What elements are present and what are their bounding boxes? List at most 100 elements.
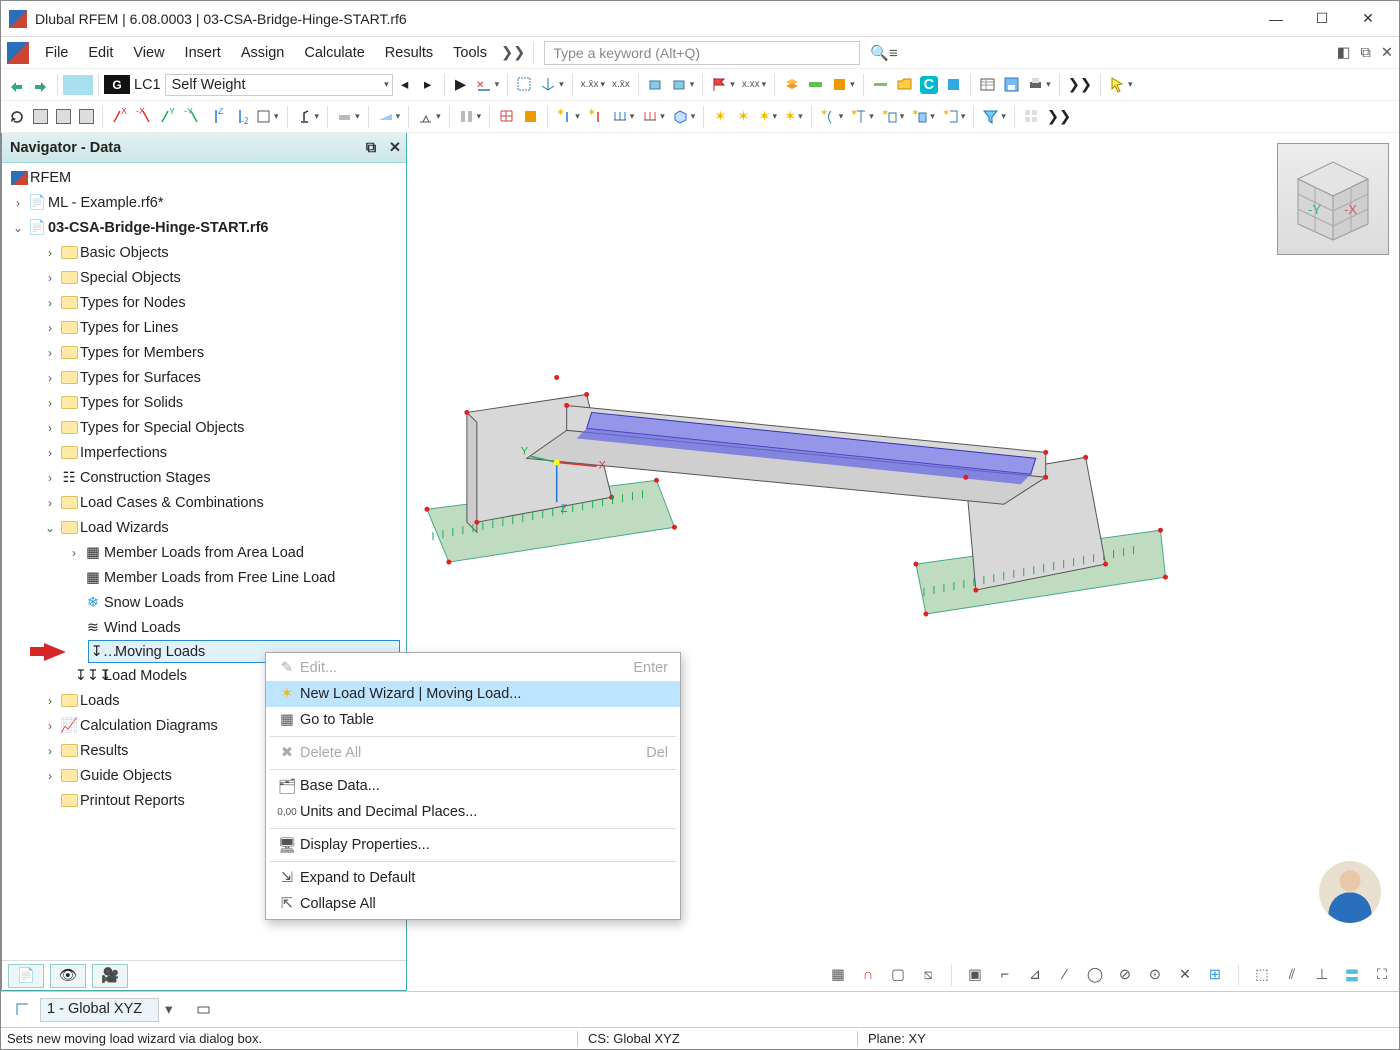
tree-results[interactable]: Results	[80, 743, 128, 759]
tree-basic-objects[interactable]: Basic Objects	[80, 245, 169, 261]
tool-bridge-icon[interactable]	[804, 74, 827, 96]
snap-rect-icon[interactable]: ▢	[887, 964, 909, 986]
menu-tools[interactable]: Tools	[443, 43, 497, 63]
mesh-icon[interactable]	[495, 106, 518, 128]
cs-select[interactable]: 1 - Global XYZ	[40, 998, 159, 1022]
tool-flag-icon[interactable]: ▾	[708, 74, 738, 96]
star2-icon[interactable]: ✶	[732, 106, 754, 128]
snap-grid2-icon[interactable]: ⊞	[1204, 964, 1226, 986]
prev-case-button[interactable]: ◂	[394, 74, 416, 96]
color-swatch-1[interactable]	[63, 75, 93, 95]
tree-types-surfaces[interactable]: Types for Surfaces	[80, 370, 201, 386]
tool-undo-icon[interactable]	[5, 74, 28, 96]
load-point-icon[interactable]: ✶	[584, 106, 607, 128]
ctx-expand[interactable]: ⇲Expand to Default	[266, 865, 680, 891]
close-button[interactable]: ✕	[1345, 4, 1391, 34]
tool-dim1-icon[interactable]: ✕▾	[473, 74, 503, 96]
search-button[interactable]: 🔍≡	[866, 42, 901, 64]
load-area-icon[interactable]: ▾	[669, 106, 699, 128]
view-front-icon[interactable]	[52, 106, 74, 128]
axis-neg-x-icon[interactable]: -X	[132, 106, 155, 128]
tree-types-nodes[interactable]: Types for Nodes	[80, 295, 186, 311]
tree-file-1[interactable]: 03-CSA-Bridge-Hinge-START.rf6	[48, 220, 268, 236]
tree-types-members[interactable]: Types for Members	[80, 345, 204, 361]
tree-imperfections[interactable]: Imperfections	[80, 445, 167, 461]
refresh-icon[interactable]	[5, 106, 28, 128]
axis-y-icon[interactable]: Y	[156, 106, 179, 128]
tree-root[interactable]: RFEM	[30, 170, 71, 186]
snap-diag-icon[interactable]: ⧅	[917, 964, 939, 986]
grid2-icon[interactable]	[1020, 106, 1043, 128]
ctx-new-load-wizard[interactable]: ✶New Load Wizard | Moving Load...	[266, 681, 680, 707]
load-new-icon[interactable]: ✶▾	[553, 106, 583, 128]
navigator-pin-icon[interactable]: ⧉	[360, 137, 382, 159]
tree-types-lines[interactable]: Types for Lines	[80, 320, 178, 336]
view-iso-icon[interactable]	[29, 106, 51, 128]
tree-load-models[interactable]: Load Models	[104, 668, 187, 684]
tool-open-icon[interactable]	[893, 74, 916, 96]
expand-icon[interactable]: ›	[10, 196, 26, 210]
tool-pointer-icon[interactable]: ▾	[1106, 74, 1136, 96]
tool-xxx3-icon[interactable]: x.xx▾	[739, 74, 769, 96]
tool-save-icon[interactable]	[1000, 74, 1023, 96]
render-solid-icon[interactable]: ▾	[333, 106, 363, 128]
collapse-icon[interactable]: ⌄	[10, 221, 26, 235]
menu-edit[interactable]: Edit	[78, 43, 123, 63]
view-side-icon[interactable]	[75, 106, 97, 128]
tree-construction-stages[interactable]: Construction Stages	[80, 470, 211, 486]
minimize-button[interactable]: —	[1253, 4, 1299, 34]
navigator-close-icon[interactable]: ✕	[384, 137, 406, 159]
tree-wind-loads[interactable]: Wind Loads	[104, 620, 181, 636]
load-line-icon[interactable]: ▾	[608, 106, 638, 128]
tool-box-icon[interactable]	[942, 74, 965, 96]
tree-snow-loads[interactable]: Snow Loads	[104, 595, 184, 611]
tool-select-icon[interactable]	[513, 74, 536, 96]
imp4-icon[interactable]: ✶▾	[908, 106, 938, 128]
tree-load-cases[interactable]: Load Cases & Combinations	[80, 495, 264, 511]
menu-results[interactable]: Results	[375, 43, 443, 63]
workplane-icon[interactable]	[192, 999, 215, 1021]
menu-assign[interactable]: Assign	[231, 43, 295, 63]
axis-neg-y-icon[interactable]: -Y	[180, 106, 203, 128]
render-surface-icon[interactable]: ▾	[374, 106, 404, 128]
tree-printout-reports[interactable]: Printout Reports	[80, 793, 185, 809]
tree-calc-diagrams[interactable]: Calculation Diagrams	[80, 718, 218, 734]
imp2-icon[interactable]: ✶▾	[847, 106, 877, 128]
tool-cube2-icon[interactable]: ▾	[668, 74, 698, 96]
snap-intersect-icon[interactable]: ✕	[1174, 964, 1196, 986]
star3-icon[interactable]: ✶▾	[755, 106, 780, 128]
tree-types-solids[interactable]: Types for Solids	[80, 395, 183, 411]
snap-parallel-icon[interactable]: ⫽	[1281, 964, 1303, 986]
tree-loads[interactable]: Loads	[80, 693, 120, 709]
star4-icon[interactable]: ✶▾	[781, 106, 806, 128]
tool-c-icon[interactable]: C	[917, 74, 941, 96]
menu-calculate[interactable]: Calculate	[294, 43, 374, 63]
snap-ortho-icon[interactable]: ⊥	[1311, 964, 1333, 986]
keyword-search[interactable]: Type a keyword (Alt+Q)	[544, 41, 860, 65]
tool-wall-icon[interactable]: ▾	[828, 74, 858, 96]
toolbar1-overflow-icon[interactable]: ❯❯	[1065, 74, 1095, 96]
nav-tab-data[interactable]: 📄	[8, 964, 44, 988]
snap-grid-icon[interactable]: ▦	[827, 964, 849, 986]
wall-render-icon[interactable]	[519, 106, 542, 128]
ctx-base-data[interactable]: 🗂Base Data...	[266, 773, 680, 799]
orientation-cube[interactable]: -Y -X	[1277, 143, 1389, 255]
imp1-icon[interactable]: ✶▾	[817, 106, 847, 128]
next-case-button[interactable]: ▸	[417, 74, 439, 96]
tool-cube1-icon[interactable]	[644, 74, 667, 96]
panel-layout-icon[interactable]: ◧	[1337, 45, 1351, 61]
ctx-collapse[interactable]: ⇱Collapse All	[266, 891, 680, 917]
imp5-icon[interactable]: ✶▾	[939, 106, 969, 128]
ctx-display-properties[interactable]: 🖥Display Properties...	[266, 832, 680, 858]
star1-icon[interactable]: ✶	[709, 106, 731, 128]
snap-magnet-icon[interactable]: ∩	[857, 964, 879, 986]
snap-edge-icon[interactable]: ∕	[1054, 964, 1076, 986]
sections-icon[interactable]: ▾	[455, 106, 485, 128]
tool-redo-icon[interactable]	[29, 74, 52, 96]
axis-x-icon[interactable]: X	[108, 106, 131, 128]
panel-popout-icon[interactable]: ⧉	[1360, 45, 1370, 61]
microscope-icon[interactable]: ▾	[293, 106, 323, 128]
snap-corner-icon[interactable]: ⌐	[994, 964, 1016, 986]
tool-xxx1-icon[interactable]: x.x̄x▾	[578, 74, 608, 96]
snap-circle-icon[interactable]: ◯	[1084, 964, 1106, 986]
